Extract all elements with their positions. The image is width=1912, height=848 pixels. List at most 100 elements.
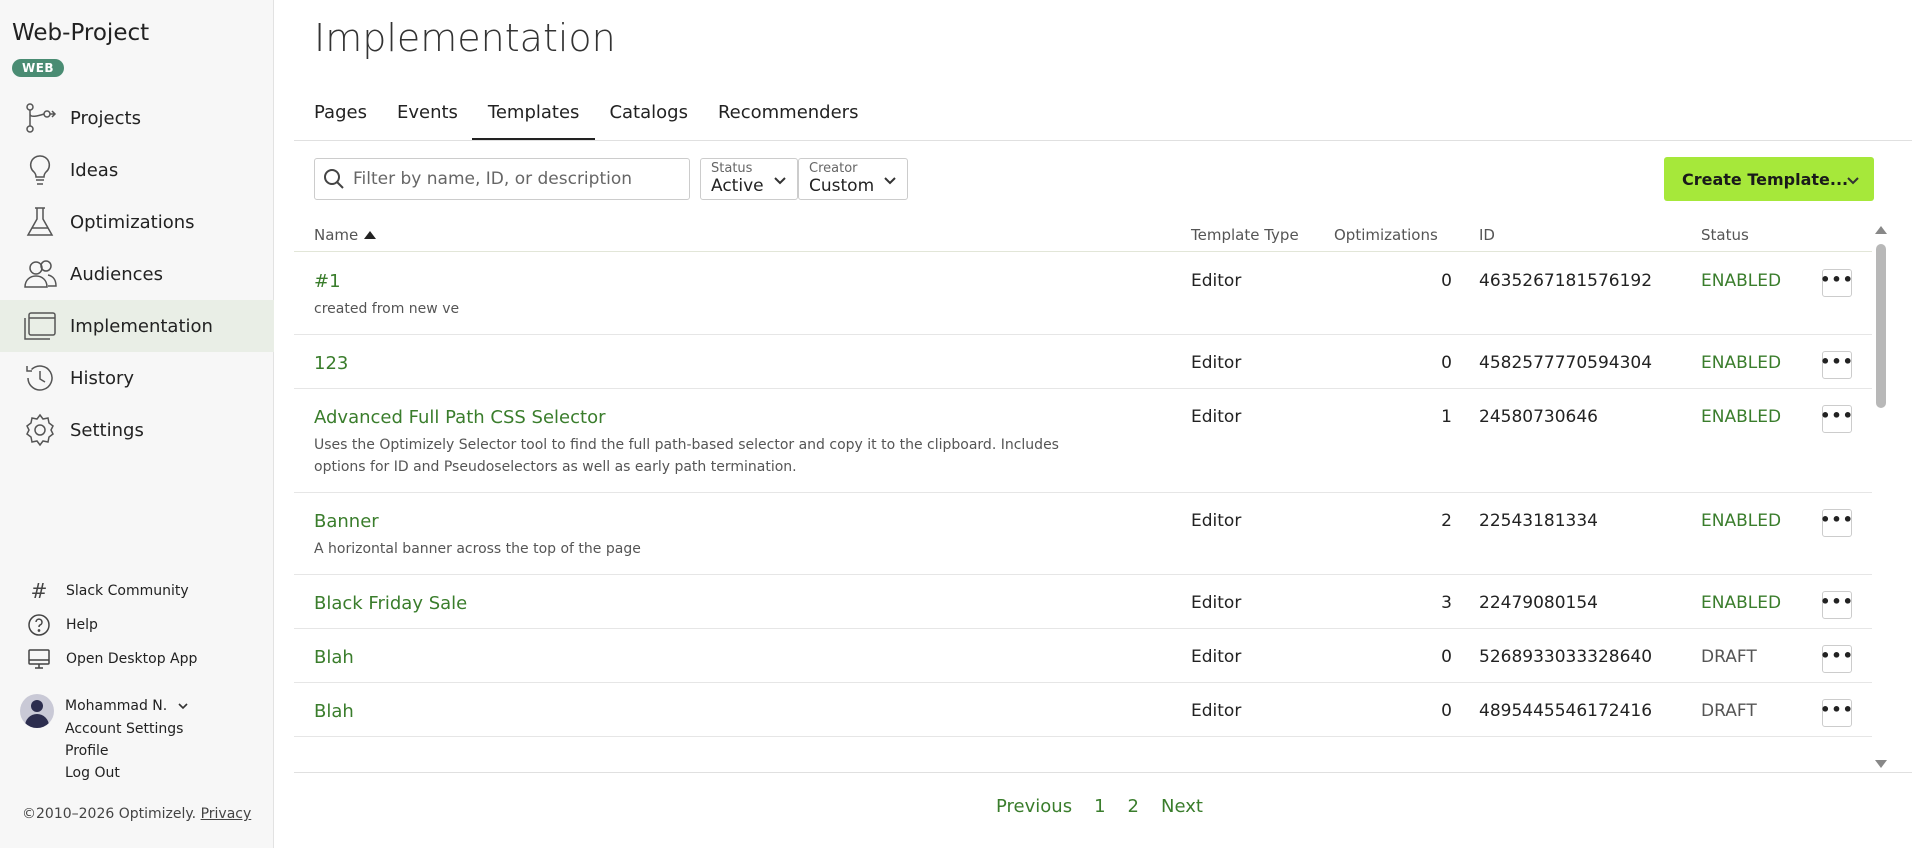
tab-templates[interactable]: Templates <box>471 96 596 141</box>
scrollbar-thumb[interactable] <box>1876 244 1886 408</box>
lightbulb-icon <box>22 152 58 188</box>
row-actions-button[interactable]: ••• <box>1820 351 1853 379</box>
copyright-text: ©2010–2026 Optimizely. <box>22 806 197 822</box>
template-name-link[interactable]: #1 <box>314 271 1074 292</box>
row-actions-button[interactable]: ••• <box>1820 405 1853 433</box>
template-name-link[interactable]: Black Friday Sale <box>314 593 1074 614</box>
table-row: Blah Editor 0 4895445546172416 DRAFT ••• <box>294 683 1872 737</box>
status-filter-dropdown[interactable]: Status Active <box>700 158 798 200</box>
tab-catalogs[interactable]: Catalogs <box>609 96 688 141</box>
sort-ascending-icon <box>364 231 377 239</box>
template-name-cell: Blah <box>314 683 1074 736</box>
status-cell: ENABLED <box>1701 353 1782 373</box>
sidebar-item-optimizations[interactable]: Optimizations <box>0 196 274 248</box>
user-name-text: Mohammad N. <box>65 698 168 714</box>
row-actions-button[interactable]: ••• <box>1820 645 1853 673</box>
platform-badge: WEB <box>12 59 65 77</box>
desktop-icon <box>26 646 52 672</box>
chevron-down-icon <box>1847 177 1859 185</box>
slack-community-link[interactable]: # Slack Community <box>0 574 274 608</box>
template-name-cell: #1 created from new ve <box>314 253 1074 334</box>
sidebar-item-settings[interactable]: Settings <box>0 404 274 456</box>
template-type-cell: Editor <box>1191 593 1242 613</box>
privacy-link[interactable]: Privacy <box>201 806 252 822</box>
row-actions-button[interactable]: ••• <box>1820 699 1853 727</box>
template-name-link[interactable]: Blah <box>314 701 1074 722</box>
hash-icon: # <box>30 579 48 603</box>
sidebar-item-audiences[interactable]: Audiences <box>0 248 274 300</box>
sidebar-item-ideas[interactable]: Ideas <box>0 144 274 196</box>
template-name-cell: Advanced Full Path CSS Selector Uses the … <box>314 389 1074 492</box>
implementation-icon <box>22 308 58 344</box>
account-settings-link[interactable]: Account Settings <box>65 718 183 740</box>
status-cell: DRAFT <box>1701 701 1757 721</box>
table-row: Black Friday Sale Editor 3 22479080154 ENABL… <box>294 575 1872 629</box>
column-header-id: ID <box>1479 226 1495 244</box>
template-type-cell: Editor <box>1191 701 1242 721</box>
tab-recommenders[interactable]: Recommenders <box>718 96 859 141</box>
table-row: 123 Editor 0 4582577770594304 ENABLED ••• <box>294 335 1872 389</box>
template-type-cell: Editor <box>1191 353 1242 373</box>
row-actions-button[interactable]: ••• <box>1820 591 1854 619</box>
scroll-down-icon[interactable] <box>1875 760 1887 768</box>
table-row: Banner A horizontal banner across the top… <box>294 493 1872 575</box>
sidebar-item-label: Implementation <box>70 315 213 337</box>
sidebar-item-history[interactable]: History <box>0 352 274 404</box>
sidebar-item-label: Audiences <box>70 263 163 285</box>
previous-page-link[interactable]: Previous <box>996 796 1072 817</box>
sidebar: Web-Project WEB Projects Ideas Optimizat… <box>0 0 274 848</box>
profile-link[interactable]: Profile <box>65 740 183 762</box>
optimizations-count-cell: 0 <box>1441 701 1452 721</box>
template-name-link[interactable]: Advanced Full Path CSS Selector <box>314 407 1074 428</box>
template-name-link[interactable]: 123 <box>314 353 1074 374</box>
sidebar-item-projects[interactable]: Projects <box>0 92 274 144</box>
tab-bar: Pages Events Templates Catalogs Recommen… <box>314 96 888 141</box>
template-id-cell: 4895445546172416 <box>1479 701 1653 721</box>
template-name-cell: Banner A horizontal banner across the top… <box>314 493 1074 574</box>
sidebar-item-implementation[interactable]: Implementation <box>0 300 274 352</box>
status-cell: ENABLED <box>1701 407 1782 427</box>
template-name-cell: 123 <box>314 335 1074 388</box>
sidebar-item-label: Projects <box>70 107 141 129</box>
table-scrollbar[interactable] <box>1874 226 1888 768</box>
user-name[interactable]: Mohammad N. <box>65 698 189 714</box>
tab-events[interactable]: Events <box>397 96 458 141</box>
sidebar-item-label: History <box>70 367 135 389</box>
create-template-button[interactable]: Create Template... <box>1664 157 1874 201</box>
more-icon: ••• <box>1820 592 1854 611</box>
optimizations-count-cell: 3 <box>1441 593 1452 613</box>
open-desktop-app-link[interactable]: Open Desktop App <box>0 642 274 676</box>
main-content: Implementation Pages Events Templates Ca… <box>274 0 1912 848</box>
open-desktop-app-label: Open Desktop App <box>66 651 198 667</box>
next-page-link[interactable]: Next <box>1161 796 1203 817</box>
copyright: ©2010–2026 Optimizely. Privacy <box>22 806 251 822</box>
row-actions-button[interactable]: ••• <box>1820 509 1853 537</box>
template-type-cell: Editor <box>1191 407 1242 427</box>
tab-divider <box>294 140 1912 141</box>
template-name-link[interactable]: Blah <box>314 647 1074 668</box>
creator-filter-dropdown[interactable]: Creator Custom <box>798 158 908 200</box>
sidebar-nav: Projects Ideas Optimizations Audiences I… <box>0 92 274 456</box>
template-name-link[interactable]: Banner <box>314 511 1074 532</box>
chevron-down-icon <box>178 703 188 710</box>
tab-pages[interactable]: Pages <box>314 96 367 141</box>
project-name[interactable]: Web-Project <box>12 20 149 46</box>
avatar[interactable] <box>20 694 54 728</box>
row-actions-button[interactable]: ••• <box>1820 269 1853 297</box>
page-title: Implementation <box>314 16 616 60</box>
sidebar-item-label: Ideas <box>70 159 119 181</box>
page-2-link[interactable]: 2 <box>1128 796 1139 817</box>
column-header-name[interactable]: Name <box>314 226 377 244</box>
column-header-status: Status <box>1701 226 1749 244</box>
page-1-link[interactable]: 1 <box>1094 796 1105 817</box>
log-out-link[interactable]: Log Out <box>65 762 183 784</box>
create-template-label: Create Template... <box>1682 169 1849 189</box>
optimizations-count-cell: 0 <box>1441 271 1452 291</box>
help-link[interactable]: Help <box>0 608 274 642</box>
template-name-cell: Blah <box>314 629 1074 682</box>
search-input[interactable] <box>353 169 673 189</box>
status-cell: ENABLED <box>1701 593 1782 613</box>
template-description: A horizontal banner across the top of th… <box>314 541 641 557</box>
help-icon <box>26 612 52 638</box>
scroll-up-icon[interactable] <box>1875 226 1887 234</box>
